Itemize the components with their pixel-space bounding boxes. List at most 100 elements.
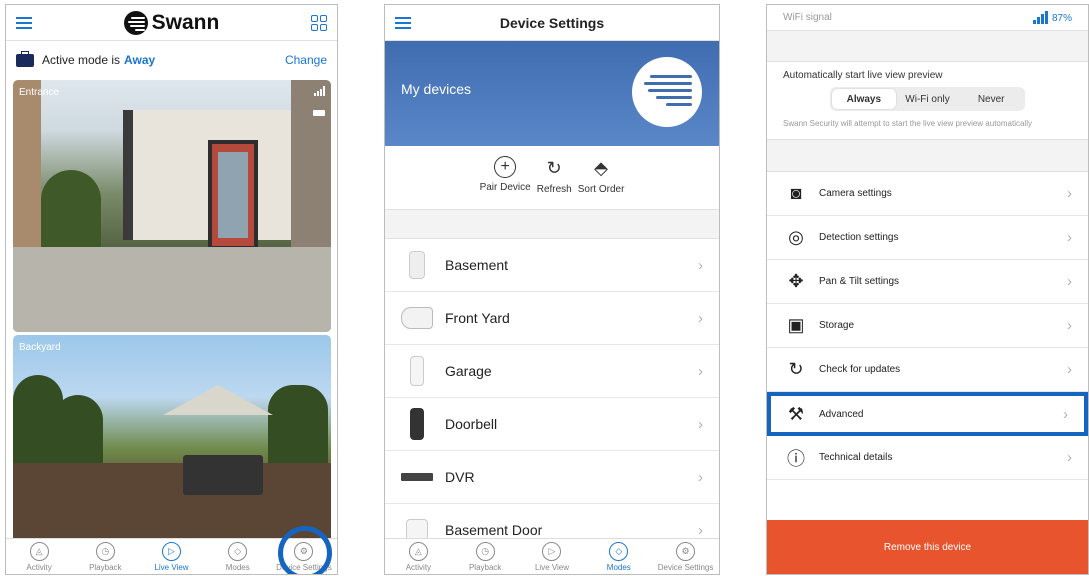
chevron-right-icon: › [1067, 317, 1072, 334]
camera-settings-screen: WiFi signal 87% Automatically start live… [766, 4, 1089, 575]
shield-icon: ◇ [609, 542, 629, 561]
chevron-right-icon: › [1067, 449, 1072, 466]
tab-device-settings[interactable]: ⚙ Device Settings [652, 539, 719, 574]
check-updates-row[interactable]: ↻ Check for updates › [767, 348, 1088, 392]
camera-label: Entrance [19, 87, 60, 98]
umbrella [163, 385, 273, 415]
section-gap [767, 31, 1088, 62]
device-actions: + Pair Device ↻ Refresh ⬘ Sort Order [385, 146, 719, 210]
mode-value: Away [124, 53, 156, 67]
chevron-right-icon: › [698, 256, 703, 274]
live-view-header: Swann [6, 5, 337, 41]
clock-icon: ◷ [95, 542, 115, 561]
refresh-button[interactable]: ↻ Refresh [536, 156, 572, 196]
technical-details-row[interactable]: ⓘ Technical details › [767, 436, 1088, 480]
radar-icon: ◎ [788, 227, 804, 247]
detection-settings-row[interactable]: ◎ Detection settings › [767, 216, 1088, 260]
plus-circle-icon: + [494, 156, 517, 178]
tab-label: Playback [468, 563, 502, 572]
section-gap [385, 210, 719, 239]
device-name: Basement [445, 257, 509, 273]
live-preview-section: Automatically start live view preview Al… [767, 62, 1088, 140]
camera-label: Backyard [19, 342, 61, 353]
gear-icon: ⚙ [676, 542, 696, 561]
menu-icon[interactable] [395, 16, 411, 29]
layout-grid-icon[interactable] [311, 14, 327, 31]
info-icon: ⓘ [787, 448, 805, 469]
mode-label: Active mode is [42, 53, 121, 67]
my-devices-banner: My devices [385, 41, 719, 146]
storage-row[interactable]: ▣ Storage › [767, 304, 1088, 348]
chevron-right-icon: › [698, 468, 703, 486]
preview-note: Swann Security will attempt to start the… [783, 119, 1032, 128]
signal-icon [314, 86, 325, 96]
device-row-dvr[interactable]: DVR › [385, 451, 719, 504]
highlight-circle [278, 526, 332, 574]
wifi-label: WiFi signal [783, 12, 832, 23]
camera-settings-row[interactable]: ◙ Camera settings › [767, 172, 1088, 216]
row-label: Technical details [819, 452, 893, 463]
briefcase-icon [16, 50, 34, 67]
camera-feed-backyard[interactable]: Backyard [13, 335, 331, 543]
row-label: Detection settings [819, 232, 899, 243]
tab-live-view[interactable]: ▷ Live View [519, 539, 586, 574]
device-row-doorbell[interactable]: Doorbell › [385, 398, 719, 451]
chevron-right-icon: › [698, 309, 703, 327]
chevron-right-icon: › [698, 521, 703, 539]
row-label: Pan & Tilt settings [819, 276, 900, 287]
segment-wifi-only[interactable]: Wi-Fi only [896, 89, 960, 109]
section-gap [767, 140, 1088, 172]
tab-label: Modes [225, 563, 250, 572]
tab-playback[interactable]: ◷ Playback [452, 539, 519, 574]
segment-never[interactable]: Never [959, 89, 1023, 109]
camera-icon [401, 248, 433, 282]
tab-activity[interactable]: ◬ Activity [6, 539, 72, 574]
device-name: Doorbell [445, 416, 498, 432]
tab-label: Live View [154, 563, 189, 572]
doorbell-icon [401, 407, 433, 441]
refresh-icon: ↻ [546, 157, 562, 178]
swann-logo: Swann [123, 10, 220, 35]
chevron-right-icon: › [1067, 361, 1072, 378]
tab-modes[interactable]: ◇ Modes [205, 539, 271, 574]
segment-always[interactable]: Always [832, 89, 896, 109]
pan-tilt-settings-row[interactable]: ✥ Pan & Tilt settings › [767, 260, 1088, 304]
advanced-row[interactable]: ⚒ Advanced › [767, 392, 1088, 436]
chevron-right-icon: › [1063, 405, 1068, 423]
device-row-garage[interactable]: Garage › [385, 345, 719, 398]
dvr-icon [401, 460, 433, 494]
tab-label: Playback [89, 563, 122, 572]
tab-live-view[interactable]: ▷ Live View [138, 539, 204, 574]
preview-segmented-control: Always Wi-Fi only Never [830, 87, 1025, 111]
remove-device-button[interactable]: Remove this device [767, 520, 1088, 574]
tab-modes[interactable]: ◇ Modes [585, 539, 652, 574]
walkway [13, 247, 331, 332]
brand-name: Swann [151, 10, 220, 34]
device-name: Front Yard [445, 310, 510, 326]
change-mode-link[interactable]: Change [285, 53, 327, 67]
bell-icon: ◬ [29, 542, 49, 561]
sort-order-button[interactable]: ⬘ Sort Order [577, 156, 625, 196]
action-label: Refresh [536, 184, 572, 195]
swann-logo-icon [632, 57, 702, 127]
device-name: Garage [445, 363, 492, 379]
wifi-value: 87% [1032, 11, 1072, 24]
tab-playback[interactable]: ◷ Playback [72, 539, 138, 574]
menu-icon[interactable] [16, 16, 32, 29]
device-row-front-yard[interactable]: Front Yard › [385, 292, 719, 345]
pair-device-button[interactable]: + Pair Device [480, 156, 531, 193]
live-view-screen: Swann Active mode is Away Change Entranc… [5, 4, 338, 575]
chevron-right-icon: › [1067, 273, 1072, 290]
move-icon: ✥ [788, 271, 804, 291]
action-label: Pair Device [479, 182, 531, 193]
chevron-right-icon: › [1067, 229, 1072, 246]
play-icon: ▷ [162, 542, 181, 561]
action-label: Sort Order [577, 184, 625, 195]
row-label: Camera settings [819, 188, 892, 199]
tab-label: Device Settings [657, 563, 714, 572]
signal-icon [1032, 11, 1048, 24]
tab-activity[interactable]: ◬ Activity [385, 539, 452, 574]
device-row-basement[interactable]: Basement › [385, 239, 719, 292]
camera-feed-entrance[interactable]: Entrance [13, 80, 331, 332]
tab-label: Activity [405, 563, 432, 572]
